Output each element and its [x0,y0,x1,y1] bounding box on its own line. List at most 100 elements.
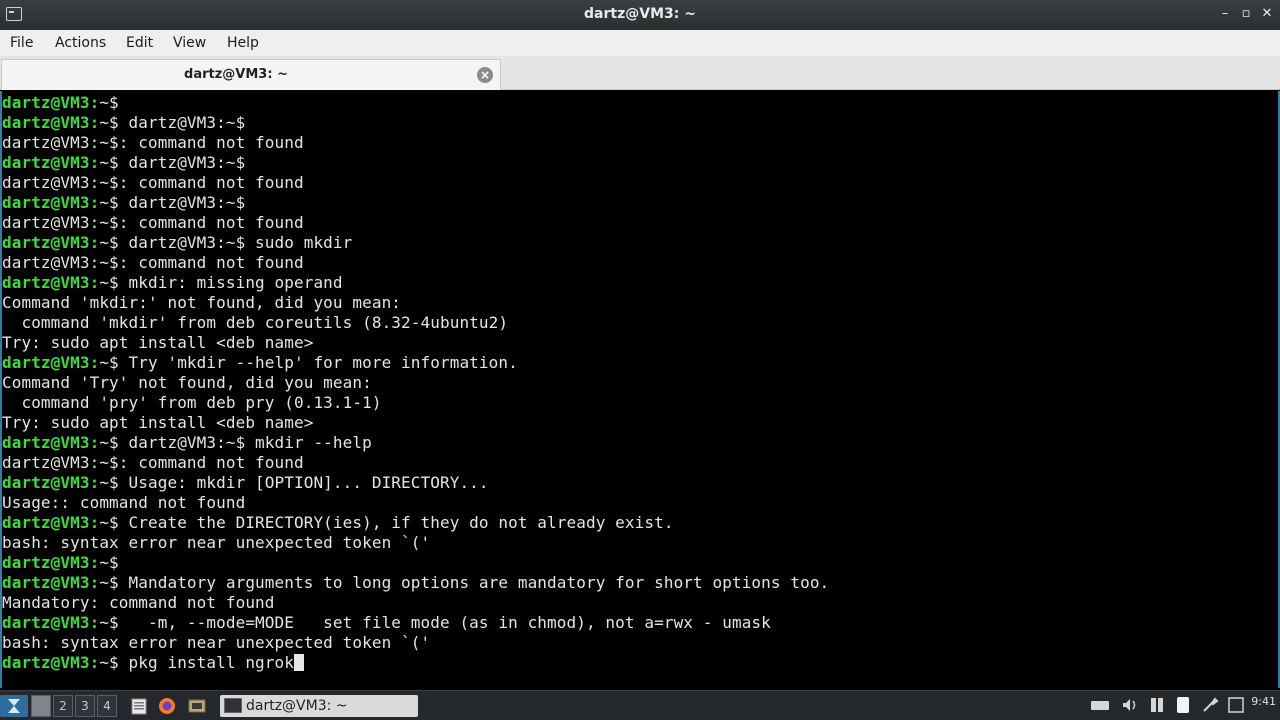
clipboard-icon[interactable] [1173,695,1193,717]
clock: 9:41 [1251,695,1276,708]
tab-close-icon[interactable]: × [477,67,493,83]
terminal-line: dartz@VM3:~$ -m, --mode=MODE set file mo… [2,613,1278,633]
tab-label: dartz@VM3: ~ [184,67,288,82]
terminal-line-text: ~$ [99,93,119,112]
keyboard-icon[interactable] [1090,695,1110,717]
terminal-line: dartz@VM3:~$ Mandatory arguments to long… [2,573,1278,593]
terminal-line: dartz@VM3:~$ dartz@VM3:~$ [2,153,1278,173]
terminal-line: command 'pry' from deb pry (0.13.1-1) [2,393,1278,413]
taskbar: 2 3 4 dartz@VM3: ~ 9:41 [0,690,1280,720]
power-icon[interactable] [1226,695,1246,717]
terminal-line-text: command 'mkdir' from deb coreutils (8.32… [2,313,509,332]
prompt-user-host: dartz@VM3: [2,513,100,532]
prompt-user-host: dartz@VM3: [2,613,100,632]
firefox-icon[interactable] [157,695,177,717]
desktop-1-button[interactable] [31,695,51,717]
settings-icon[interactable] [1200,695,1220,717]
prompt-user-host: dartz@VM3: [2,193,100,212]
terminal-line-text: bash: syntax error near unexpected token… [2,533,431,552]
terminal-line: Try: sudo apt install <deb name> [2,413,1278,433]
terminal-line-text: ~$ Create the DIRECTORY(ies), if they do… [99,513,674,532]
terminal-line-text: Usage:: command not found [2,493,246,512]
taskbar-window-label: dartz@VM3: ~ [246,698,348,714]
menu-view[interactable]: View [173,35,206,51]
close-icon[interactable]: ✕ [1258,5,1276,23]
start-menu-icon[interactable] [0,695,28,717]
desktop-3-button[interactable]: 3 [75,695,95,717]
prompt-user-host: dartz@VM3: [2,653,100,672]
text-cursor [293,654,304,671]
terminal-line: dartz@VM3:~$ pkg install ngrok [2,653,1278,673]
terminal-line-text: Try: sudo apt install <deb name> [2,413,314,432]
tab-bar: dartz@VM3: ~ × [0,56,1280,90]
desktop-4-button[interactable]: 4 [97,695,117,717]
terminal-line-text: Try: sudo apt install <deb name> [2,333,314,352]
terminal-line: dartz@VM3:~$ dartz@VM3:~$ [2,113,1278,133]
terminal-line: dartz@VM3:~$: command not found [2,173,1278,193]
terminal-line: Try: sudo apt install <deb name> [2,333,1278,353]
menu-actions[interactable]: Actions [55,35,106,51]
terminal-line-text: ~$ [99,553,119,572]
network-icon[interactable] [1147,695,1167,717]
terminal-line: dartz@VM3:~$ mkdir: missing operand [2,273,1278,293]
menu-help[interactable]: Help [227,35,259,51]
terminal-line: dartz@VM3:~$: command not found [2,133,1278,153]
desktop-2-button[interactable]: 2 [53,695,73,717]
volume-icon[interactable] [1120,695,1140,717]
terminal-line-text: ~$ dartz@VM3:~$ [99,153,246,172]
terminal-line: Command 'Try' not found, did you mean: [2,373,1278,393]
terminal-line: dartz@VM3:~$ [2,553,1278,573]
prompt-user-host: dartz@VM3: [2,93,100,112]
terminal-tab[interactable]: dartz@VM3: ~ × [1,59,501,90]
prompt-user-host: dartz@VM3: [2,553,100,572]
terminal-line-text: Command 'mkdir:' not found, did you mean… [2,293,402,312]
terminal-task-icon [224,698,242,713]
terminal-line-text: dartz@VM3:~$: command not found [2,453,304,472]
terminal-line-text: ~$ dartz@VM3:~$ [99,193,246,212]
terminal-line-text: ~$ -m, --mode=MODE set file mode (as in … [99,613,771,632]
terminal-lines: dartz@VM3:~$ dartz@VM3:~$ dartz@VM3:~$ dar… [2,91,1278,673]
terminal-line: dartz@VM3:~$: command not found [2,453,1278,473]
terminal-line: dartz@VM3:~$ dartz@VM3:~$ sudo mkdir [2,233,1278,253]
prompt-user-host: dartz@VM3: [2,573,100,592]
terminal-line-text: dartz@VM3:~$: command not found [2,213,304,232]
terminal-line: Usage:: command not found [2,493,1278,513]
prompt-user-host: dartz@VM3: [2,433,100,452]
terminal-line-text: command 'pry' from deb pry (0.13.1-1) [2,393,382,412]
terminal-line: dartz@VM3:~$ Try 'mkdir --help' for more… [2,353,1278,373]
terminal-line: dartz@VM3:~$: command not found [2,253,1278,273]
terminal-line-text: ~$ dartz@VM3:~$ sudo mkdir [99,233,353,252]
terminal-line-text: ~$ dartz@VM3:~$ [99,113,246,132]
terminal-line: dartz@VM3:~$ Usage: mkdir [OPTION]... DI… [2,473,1278,493]
file-manager-icon[interactable] [129,695,149,717]
prompt-user-host: dartz@VM3: [2,353,100,372]
terminal-line-text: ~$ mkdir: missing operand [99,273,343,292]
menu-bar: File Actions Edit View Help [0,30,1280,56]
terminal-line: dartz@VM3:~$: command not found [2,213,1278,233]
terminal-output[interactable]: dartz@VM3:~$ dartz@VM3:~$ dartz@VM3:~$ dar… [0,91,1280,688]
menu-edit[interactable]: Edit [126,35,153,51]
taskbar-window-button[interactable]: dartz@VM3: ~ [220,695,418,717]
window-title: dartz@VM3: ~ [584,6,696,22]
terminal-line-text: Command 'Try' not found, did you mean: [2,373,372,392]
terminal-line-text: dartz@VM3:~$: command not found [2,173,304,192]
minimize-icon[interactable]: – [1216,5,1234,23]
terminal-line-text: ~$ dartz@VM3:~$ mkdir --help [99,433,372,452]
terminal-line-text: dartz@VM3:~$: command not found [2,133,304,152]
terminal-line-text: ~$ Mandatory arguments to long options a… [99,573,830,592]
terminal-line-text: dartz@VM3:~$: command not found [2,253,304,272]
prompt-user-host: dartz@VM3: [2,153,100,172]
prompt-user-host: dartz@VM3: [2,113,100,132]
terminal-launcher-icon[interactable] [187,695,207,717]
menu-file[interactable]: File [10,35,33,51]
prompt-user-host: dartz@VM3: [2,233,100,252]
terminal-line: bash: syntax error near unexpected token… [2,633,1278,653]
prompt-user-host: dartz@VM3: [2,473,100,492]
terminal-line: Command 'mkdir:' not found, did you mean… [2,293,1278,313]
terminal-line: dartz@VM3:~$ dartz@VM3:~$ [2,193,1278,213]
terminal-line: bash: syntax error near unexpected token… [2,533,1278,553]
terminal-line-text: Mandatory: command not found [2,593,275,612]
maximize-icon[interactable]: ▫ [1237,5,1255,23]
terminal-line-text: ~$ Try 'mkdir --help' for more informati… [99,353,518,372]
terminal-line-text: ~$ pkg install ngrok [99,653,294,672]
